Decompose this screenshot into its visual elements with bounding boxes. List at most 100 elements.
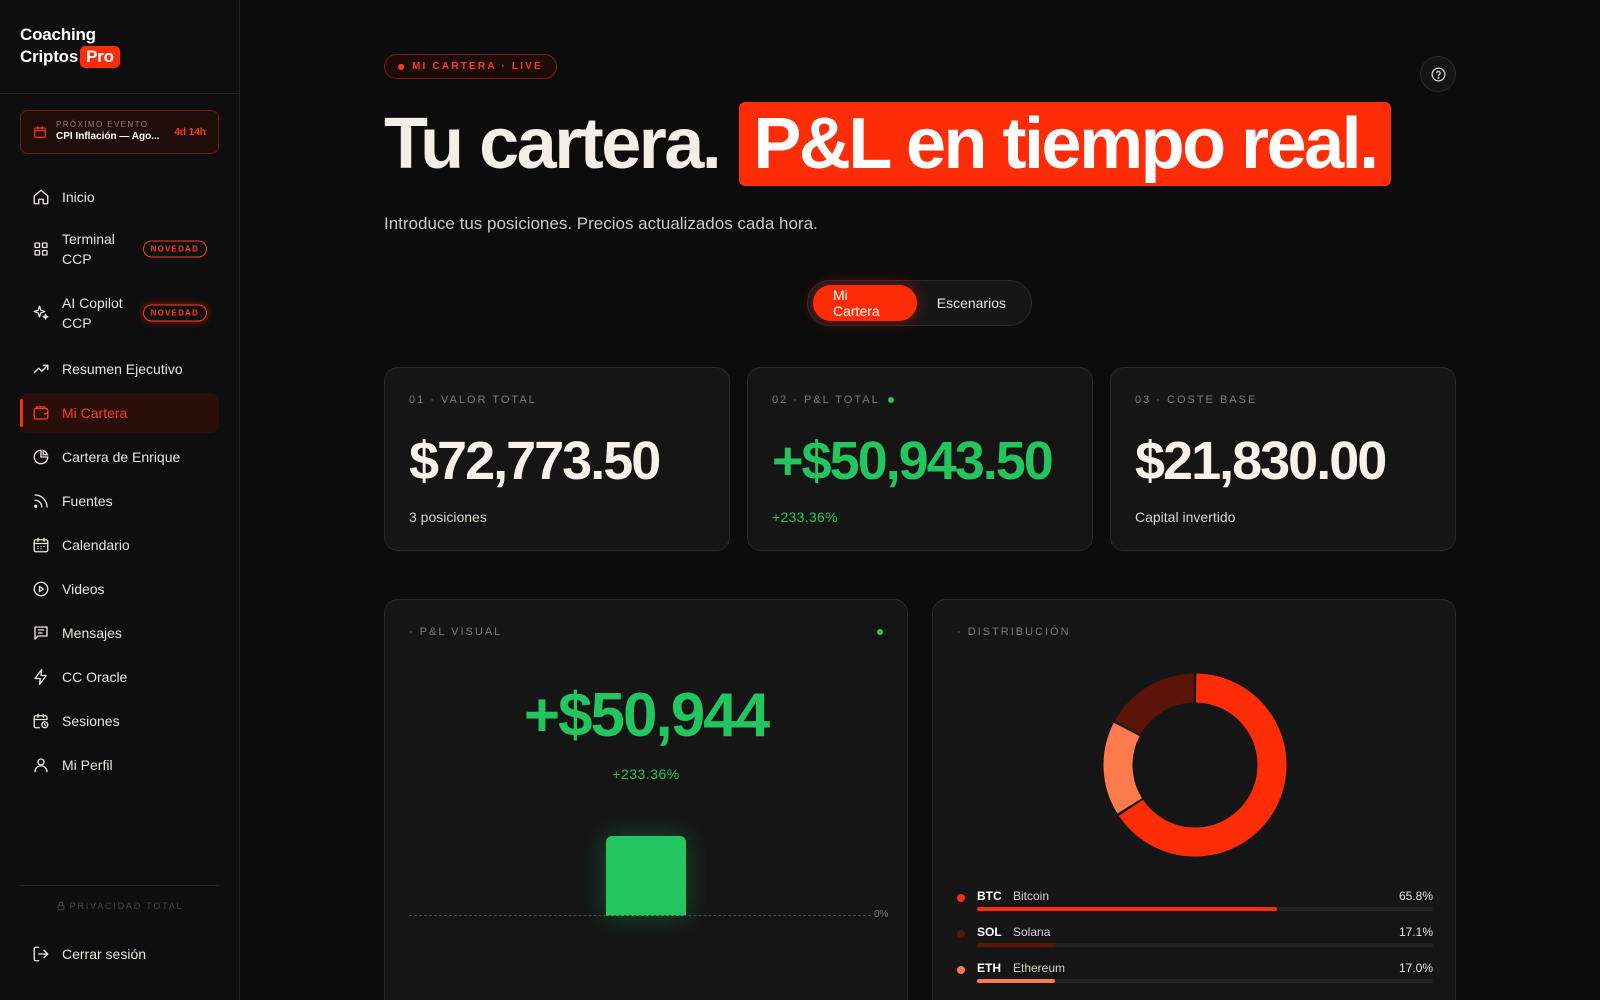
kpi-label: 02 · P&L TOTAL: [772, 394, 880, 406]
asset-symbol: SOL: [977, 925, 1002, 939]
sidebar-item-label: Terminal CCP: [62, 231, 115, 267]
share-track: [977, 907, 1433, 911]
sidebar-item-label: Videos: [62, 581, 105, 597]
page-title-plain: Tu cartera.: [384, 104, 722, 184]
help-circle-icon: [1430, 66, 1446, 82]
home-icon: [33, 189, 49, 205]
asset-symbol: BTC: [977, 889, 1002, 903]
distribution-card: · DISTRIBUCIÓN BTC Bitcoin 65.8% SOL Sol…: [932, 599, 1456, 1000]
legend-dot: [957, 930, 965, 938]
kpi-value: $21,830.00: [1135, 431, 1387, 491]
sidebar-item-mensajes[interactable]: Mensajes: [20, 613, 219, 653]
kpi-card-pnl-total: 02 · P&L TOTAL +$50,943.50 +233.36%: [747, 367, 1093, 551]
sidebar-item-label: Inicio: [62, 189, 95, 205]
zap-icon: [34, 668, 47, 686]
lock-icon: [57, 901, 65, 911]
asset-percent: 17.0%: [1398, 961, 1433, 975]
asset-name: Bitcoin: [1013, 889, 1050, 903]
sidebar-bottom-divider: [20, 885, 219, 886]
sidebar-item-label: CC Oracle: [62, 669, 128, 685]
brand-line-1: Coaching: [20, 25, 96, 44]
brand-line-2: Criptos: [20, 47, 79, 66]
kpi-card-valor-total: 01 · VALOR TOTAL $72,773.50 3 posiciones: [384, 367, 730, 551]
sidebar-nav: Inicio Terminal CCP NOVEDAD AI Copilot C…: [20, 177, 219, 789]
zero-baseline: [409, 915, 871, 916]
live-dot: [887, 397, 894, 403]
tab-escenarios[interactable]: Escenarios: [917, 285, 1026, 321]
kpi-value: $72,773.50: [409, 431, 661, 491]
asset-percent: 65.8%: [1398, 889, 1433, 903]
view-toggle: Mi Cartera Escenarios: [807, 280, 1032, 326]
calendar-clock-icon: [33, 713, 49, 729]
page-title-highlight: P&L en tiempo real.: [739, 102, 1391, 186]
kpi-sub: Capital invertido: [1135, 509, 1236, 525]
play-circle-icon: [33, 581, 49, 597]
sidebar-item-label: Calendario: [62, 537, 130, 553]
logout-icon: [33, 946, 49, 962]
pie-chart-icon: [33, 449, 49, 465]
page-title: Tu cartera. P&L en tiempo real.: [384, 101, 1391, 187]
trending-up-icon: [33, 364, 49, 374]
kpi-value: +$50,943.50: [772, 431, 1054, 491]
grid-icon: [34, 242, 48, 256]
sidebar-item-inicio[interactable]: Inicio: [20, 177, 219, 217]
legend-row-eth[interactable]: ETH Ethereum 17.0%: [957, 960, 1433, 996]
share-track: [977, 943, 1433, 947]
sidebar-item-label: Resumen Ejecutivo: [62, 361, 183, 377]
pnl-visual-percent: +233.36%: [612, 766, 680, 782]
sidebar-item-mi-cartera[interactable]: Mi Cartera: [20, 393, 219, 433]
share-fill: [977, 979, 1055, 983]
sidebar-item-label: Mi Perfil: [62, 757, 113, 773]
brand-logo[interactable]: Coaching Criptos Pro: [20, 24, 120, 68]
asset-symbol: ETH: [977, 961, 1001, 975]
donut-slice-sol[interactable]: [1115, 673, 1195, 735]
asset-name: Solana: [1013, 925, 1051, 939]
sidebar-item-resumen-ejecutivo[interactable]: Resumen Ejecutivo: [20, 349, 219, 389]
sidebar-item-label: Mi Cartera: [62, 405, 128, 421]
legend-row-btc[interactable]: BTC Bitcoin 65.8%: [957, 888, 1433, 924]
share-track: [977, 979, 1433, 983]
zero-label: 0%: [874, 909, 889, 920]
next-event-card[interactable]: PRÓXIMO EVENTO CPI Inflación — Ago... 4d…: [20, 110, 219, 154]
sidebar-item-cartera-enrique[interactable]: Cartera de Enrique: [20, 437, 219, 477]
sidebar-item-calendario[interactable]: Calendario: [20, 525, 219, 565]
sidebar-item-label: Sesiones: [62, 713, 120, 729]
sidebar-item-label: Mensajes: [62, 625, 122, 641]
kpi-label: 01 · VALOR TOTAL: [409, 394, 537, 406]
kpi-sub: +233.36%: [772, 509, 838, 525]
page-subtitle: Introduce tus posiciones. Precios actual…: [384, 214, 818, 233]
calendar-icon: [33, 537, 49, 553]
kpi-label: 03 · COSTE BASE: [1135, 394, 1258, 406]
sidebar-item-label: Cartera de Enrique: [62, 449, 181, 465]
logout-label: Cerrar sesión: [62, 946, 147, 962]
privacy-label: PRIVACIDAD TOTAL: [69, 901, 184, 911]
next-event-countdown: 4d 14h: [174, 126, 206, 138]
sidebar-item-label: AI Copilot CCP: [62, 295, 123, 331]
sidebar-item-cc-oracle[interactable]: CC Oracle: [20, 657, 219, 697]
sidebar-item-label: Fuentes: [62, 493, 113, 509]
sidebar-item-terminal-ccp[interactable]: Terminal CCP NOVEDAD: [20, 221, 219, 277]
donut-slice-eth[interactable]: [1103, 722, 1143, 814]
help-button[interactable]: [1420, 56, 1456, 92]
live-badge: MI CARTERA · LIVE: [384, 54, 557, 79]
next-event-kicker: PRÓXIMO EVENTO: [56, 120, 149, 129]
sidebar-item-fuentes[interactable]: Fuentes: [20, 481, 219, 521]
kpi-card-coste-base: 03 · COSTE BASE $21,830.00 Capital inver…: [1110, 367, 1456, 551]
rss-icon: [34, 494, 48, 508]
logout-button[interactable]: Cerrar sesión: [32, 945, 146, 963]
sidebar: Coaching Criptos Pro PRÓXIMO EVENTO CPI I…: [0, 0, 240, 1000]
legend-row-sol[interactable]: SOL Solana 17.1%: [957, 924, 1433, 960]
distribution-label: · DISTRIBUCIÓN: [957, 626, 1071, 638]
share-fill: [977, 943, 1055, 947]
tab-mi-cartera[interactable]: Mi Cartera: [813, 285, 917, 321]
sidebar-item-videos[interactable]: Videos: [20, 569, 219, 609]
sparkles-icon: [33, 305, 49, 320]
kpi-label-wrap: 02 · P&L TOTAL: [772, 394, 894, 406]
pnl-bar: [606, 836, 686, 916]
wallet-icon: [33, 406, 49, 420]
pnl-visual-card: · P&L VISUAL +$50,944 +233.36% 0%: [384, 599, 908, 1000]
sidebar-item-ai-copilot[interactable]: AI Copilot CCP NOVEDAD: [20, 285, 219, 341]
sidebar-item-sesiones[interactable]: Sesiones: [20, 701, 219, 741]
live-badge-label: MI CARTERA · LIVE: [412, 61, 543, 72]
sidebar-item-mi-perfil[interactable]: Mi Perfil: [20, 745, 219, 785]
